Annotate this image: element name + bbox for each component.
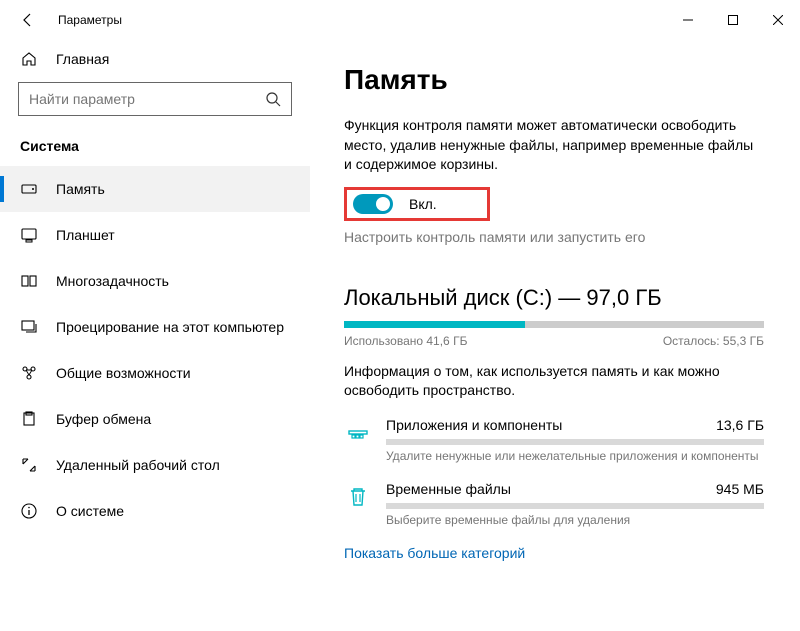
disk-stats: Использовано 41,6 ГБ Осталось: 55,3 ГБ bbox=[344, 334, 764, 348]
sidebar-section-header: Система bbox=[0, 128, 310, 166]
apps-icon bbox=[344, 419, 372, 447]
toggle-knob bbox=[376, 197, 390, 211]
sidebar-item-tablet[interactable]: Планшет bbox=[0, 212, 310, 258]
sidebar-item-shared-experiences[interactable]: Общие возможности bbox=[0, 350, 310, 396]
category-hint: Выберите временные файлы для удаления bbox=[386, 513, 764, 527]
info-icon bbox=[20, 502, 42, 520]
category-apps[interactable]: Приложения и компоненты 13,6 ГБ Удалите … bbox=[344, 417, 764, 463]
disk-free-label: Осталось: 55,3 ГБ bbox=[663, 334, 764, 348]
maximize-button[interactable] bbox=[710, 5, 755, 35]
back-button[interactable] bbox=[20, 12, 42, 28]
search-input[interactable] bbox=[29, 91, 265, 107]
disk-usage-fill bbox=[344, 321, 525, 328]
storage-sense-toggle-row: Вкл. bbox=[344, 187, 490, 221]
sidebar-item-storage[interactable]: Память bbox=[0, 166, 310, 212]
sidebar-item-label: Память bbox=[56, 181, 105, 197]
clipboard-icon bbox=[20, 410, 42, 428]
sidebar-item-about[interactable]: О системе bbox=[0, 488, 310, 534]
storage-icon bbox=[20, 180, 42, 198]
show-more-categories-link[interactable]: Показать больше категорий bbox=[344, 545, 770, 561]
sidebar-home[interactable]: Главная bbox=[0, 40, 310, 80]
search-input-container[interactable] bbox=[18, 82, 292, 116]
multitasking-icon bbox=[20, 272, 42, 290]
titlebar: Параметры bbox=[0, 0, 800, 40]
search-icon bbox=[265, 91, 281, 107]
category-hint: Удалите ненужные или нежелательные прило… bbox=[386, 449, 764, 463]
sidebar-item-remote-desktop[interactable]: Удаленный рабочий стол bbox=[0, 442, 310, 488]
disk-description: Информация о том, как используется памят… bbox=[344, 362, 754, 401]
disk-usage-bar bbox=[344, 321, 764, 328]
disk-title: Локальный диск (C:) — 97,0 ГБ bbox=[344, 285, 770, 311]
category-bar bbox=[386, 439, 764, 445]
toggle-state-label: Вкл. bbox=[409, 196, 437, 212]
home-icon bbox=[20, 50, 42, 68]
window-title: Параметры bbox=[58, 13, 122, 27]
sidebar-item-label: Удаленный рабочий стол bbox=[56, 457, 220, 473]
disk-used-label: Использовано 41,6 ГБ bbox=[344, 334, 467, 348]
tablet-icon bbox=[20, 226, 42, 244]
category-bar bbox=[386, 503, 764, 509]
sidebar-item-multitasking[interactable]: Многозадачность bbox=[0, 258, 310, 304]
category-size: 13,6 ГБ bbox=[716, 417, 764, 433]
sidebar-item-label: Многозадачность bbox=[56, 273, 169, 289]
sidebar-item-label: Буфер обмена bbox=[56, 411, 151, 427]
category-size: 945 МБ bbox=[716, 481, 764, 497]
sidebar-home-label: Главная bbox=[56, 51, 109, 67]
configure-storage-sense-link[interactable]: Настроить контроль памяти или запустить … bbox=[344, 229, 770, 245]
window-controls bbox=[665, 5, 800, 35]
page-title: Память bbox=[344, 64, 770, 96]
remote-desktop-icon bbox=[20, 456, 42, 474]
sidebar-item-label: О системе bbox=[56, 503, 124, 519]
sidebar: Главная Система Память Планшет bbox=[0, 40, 310, 631]
sidebar-item-projecting[interactable]: Проецирование на этот компьютер bbox=[0, 304, 310, 350]
close-button[interactable] bbox=[755, 5, 800, 35]
sidebar-item-label: Проецирование на этот компьютер bbox=[56, 319, 284, 335]
minimize-button[interactable] bbox=[665, 5, 710, 35]
storage-sense-toggle[interactable] bbox=[353, 194, 393, 214]
projecting-icon bbox=[20, 318, 42, 336]
trash-icon bbox=[344, 483, 372, 511]
sidebar-item-clipboard[interactable]: Буфер обмена bbox=[0, 396, 310, 442]
storage-sense-description: Функция контроля памяти может автоматиче… bbox=[344, 116, 754, 175]
main-content: Память Функция контроля памяти может авт… bbox=[310, 40, 800, 631]
sidebar-item-label: Общие возможности bbox=[56, 365, 191, 381]
category-name: Приложения и компоненты bbox=[386, 417, 562, 433]
sidebar-item-label: Планшет bbox=[56, 227, 115, 243]
shared-icon bbox=[20, 364, 42, 382]
category-temp[interactable]: Временные файлы 945 МБ Выберите временны… bbox=[344, 481, 764, 527]
category-name: Временные файлы bbox=[386, 481, 511, 497]
sidebar-nav: Память Планшет Многозадачность Проециров… bbox=[0, 166, 310, 534]
